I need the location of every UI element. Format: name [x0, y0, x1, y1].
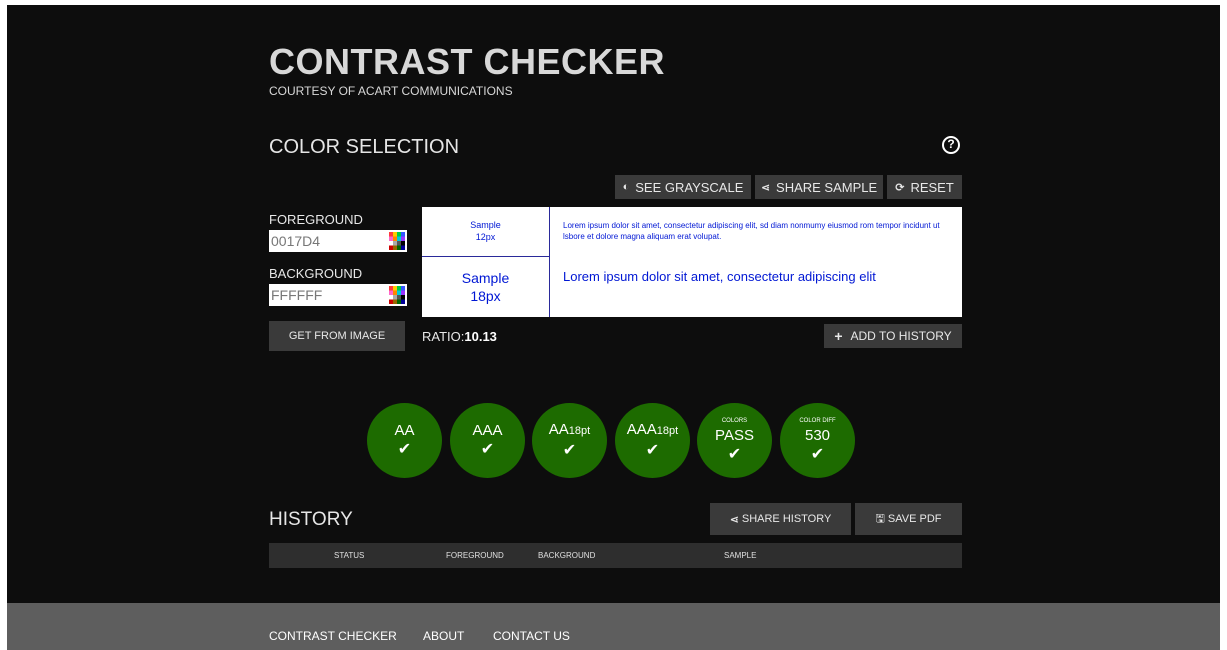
get-from-image-button[interactable]: GET FROM IMAGE — [269, 321, 405, 351]
sample-12px-size: 12px — [475, 232, 496, 242]
scrollbar[interactable] — [1220, 0, 1227, 650]
app-container: CONTRAST CHECKER COURTESY OF ACART COMMU… — [7, 5, 1220, 650]
background-input[interactable]: FFFFFF — [269, 284, 407, 306]
foreground-input[interactable]: 0017D4 — [269, 230, 407, 252]
question-circle-icon[interactable]: ? — [942, 136, 960, 154]
result-color-diff-badge: COLOR DIFF 530 ✔ — [780, 403, 855, 478]
result-label: PASS — [715, 427, 754, 444]
see-grayscale-button[interactable]: ◐ SEE GRAYSCALE — [615, 175, 751, 199]
page-title: CONTRAST CHECKER — [269, 41, 666, 82]
add-to-history-label: ADD TO HISTORY — [850, 329, 952, 343]
ratio-value: 10.13 — [464, 329, 497, 344]
sample-18px-label: Sample 18px — [422, 257, 550, 317]
plus-icon: + — [834, 328, 843, 344]
history-table-header: STATUS FOREGROUND BACKGROUND SAMPLE — [269, 543, 962, 568]
share-sample-button[interactable]: ⋖ SHARE SAMPLE — [755, 175, 883, 199]
result-colors-badge: COLORS PASS ✔ — [697, 403, 772, 478]
ratio-label: RATIO: — [422, 329, 465, 344]
sample-small-text: Lorem ipsum dolor sit amet, consectetur … — [563, 221, 940, 241]
check-icon: ✔ — [480, 441, 495, 458]
sample-preview: Sample 12px Sample 18px Lorem ipsum dolo… — [422, 207, 962, 317]
color-palette-icon[interactable] — [389, 232, 405, 250]
check-icon: ✔ — [727, 446, 742, 463]
result-label: 530 — [804, 427, 831, 444]
sample-18px-text: Sample — [461, 270, 510, 286]
share-history-button[interactable]: ⋖ SHARE HISTORY — [710, 503, 851, 535]
share-icon: ⋖ — [729, 513, 739, 526]
result-label: AAA18pt — [626, 421, 679, 438]
save-pdf-button[interactable]: 🖫 SAVE PDF — [855, 503, 962, 535]
result-aa-badge: AA ✔ — [367, 403, 442, 478]
save-icon: 🖫 — [875, 512, 885, 525]
result-aaa-18pt-badge: AAA18pt ✔ — [615, 403, 690, 478]
column-header: STATUS — [334, 551, 365, 560]
save-pdf-label: SAVE PDF — [887, 513, 942, 525]
see-grayscale-label: SEE GRAYSCALE — [635, 179, 744, 195]
page-subtitle: COURTESY OF ACART COMMUNICATIONS — [269, 84, 513, 98]
result-label: AAA — [472, 422, 503, 439]
contrast-ratio: RATIO:10.13 — [422, 329, 497, 344]
check-icon: ✔ — [397, 441, 412, 458]
color-selection-title: COLOR SELECTION — [269, 136, 460, 158]
toggle-icon: ◐ — [622, 181, 630, 193]
sample-12px-text: Sample — [470, 220, 501, 230]
share-sample-label: SHARE SAMPLE — [776, 179, 878, 195]
background-label: BACKGROUND — [269, 266, 363, 281]
color-palette-icon[interactable] — [389, 286, 405, 304]
check-icon: ✔ — [645, 442, 660, 459]
result-aa-18pt-badge: AA18pt ✔ — [532, 403, 607, 478]
sample-big-text: Lorem ipsum dolor sit amet, consectetur … — [563, 269, 876, 284]
result-label: AA18pt — [548, 421, 591, 438]
add-to-history-button[interactable]: + ADD TO HISTORY — [824, 324, 962, 348]
check-icon: ✔ — [810, 446, 825, 463]
result-aaa-badge: AAA ✔ — [450, 403, 525, 478]
foreground-label: FOREGROUND — [269, 212, 363, 227]
result-label: AA — [394, 422, 415, 439]
footer-link-contrast-checker[interactable]: CONTRAST CHECKER — [269, 629, 397, 643]
footer: CONTRAST CHECKER ABOUT CONTACT US — [7, 603, 1220, 650]
footer-link-contact-us[interactable]: CONTACT US — [493, 629, 570, 643]
refresh-icon: ⟳ — [895, 181, 905, 194]
column-header: SAMPLE — [724, 551, 757, 560]
check-icon: ✔ — [562, 442, 577, 459]
result-caption: COLORS — [721, 418, 748, 424]
sample-18px-size: 18px — [470, 288, 501, 304]
footer-link-about[interactable]: ABOUT — [423, 629, 464, 643]
reset-button[interactable]: ⟳ RESET — [887, 175, 962, 199]
reset-label: RESET — [910, 179, 954, 195]
history-title: HISTORY — [269, 509, 353, 530]
sample-12px-label: Sample 12px — [422, 207, 550, 257]
share-icon: ⋖ — [760, 181, 771, 194]
share-history-label: SHARE HISTORY — [741, 513, 832, 525]
result-caption: COLOR DIFF — [799, 418, 836, 424]
column-header: FOREGROUND — [446, 551, 504, 560]
column-header: BACKGROUND — [538, 551, 596, 560]
